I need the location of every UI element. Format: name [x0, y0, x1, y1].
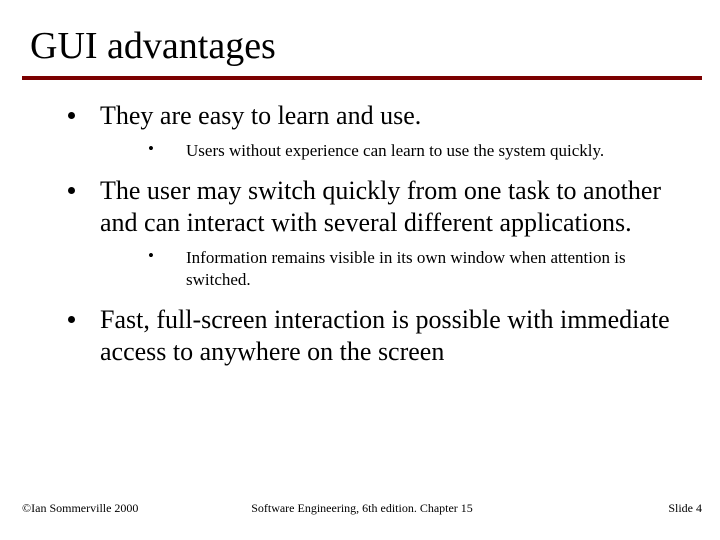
sub-bullet-list: Information remains visible in its own w…	[100, 247, 670, 291]
bullet-item: Fast, full-screen interaction is possibl…	[60, 304, 670, 367]
footer-chapter: Software Engineering, 6th edition. Chapt…	[22, 501, 702, 516]
bullet-item: They are easy to learn and use. Users wi…	[60, 100, 670, 161]
slide: GUI advantages They are easy to learn an…	[0, 0, 720, 540]
sub-bullet-text: Information remains visible in its own w…	[186, 248, 626, 289]
bullet-text: Fast, full-screen interaction is possibl…	[100, 305, 670, 366]
bullet-item: The user may switch quickly from one tas…	[60, 175, 670, 290]
sub-bullet-item: Information remains visible in its own w…	[138, 247, 670, 291]
slide-title: GUI advantages	[30, 24, 276, 68]
sub-bullet-text: Users without experience can learn to us…	[186, 141, 604, 160]
bullet-list: They are easy to learn and use. Users wi…	[60, 100, 670, 368]
bullet-text: The user may switch quickly from one tas…	[100, 176, 661, 237]
title-underline	[22, 76, 702, 80]
footer-slide-number: Slide 4	[668, 501, 702, 516]
slide-body: They are easy to learn and use. Users wi…	[60, 100, 670, 374]
sub-bullet-list: Users without experience can learn to us…	[100, 140, 670, 162]
sub-bullet-item: Users without experience can learn to us…	[138, 140, 670, 162]
bullet-text: They are easy to learn and use.	[100, 101, 421, 130]
